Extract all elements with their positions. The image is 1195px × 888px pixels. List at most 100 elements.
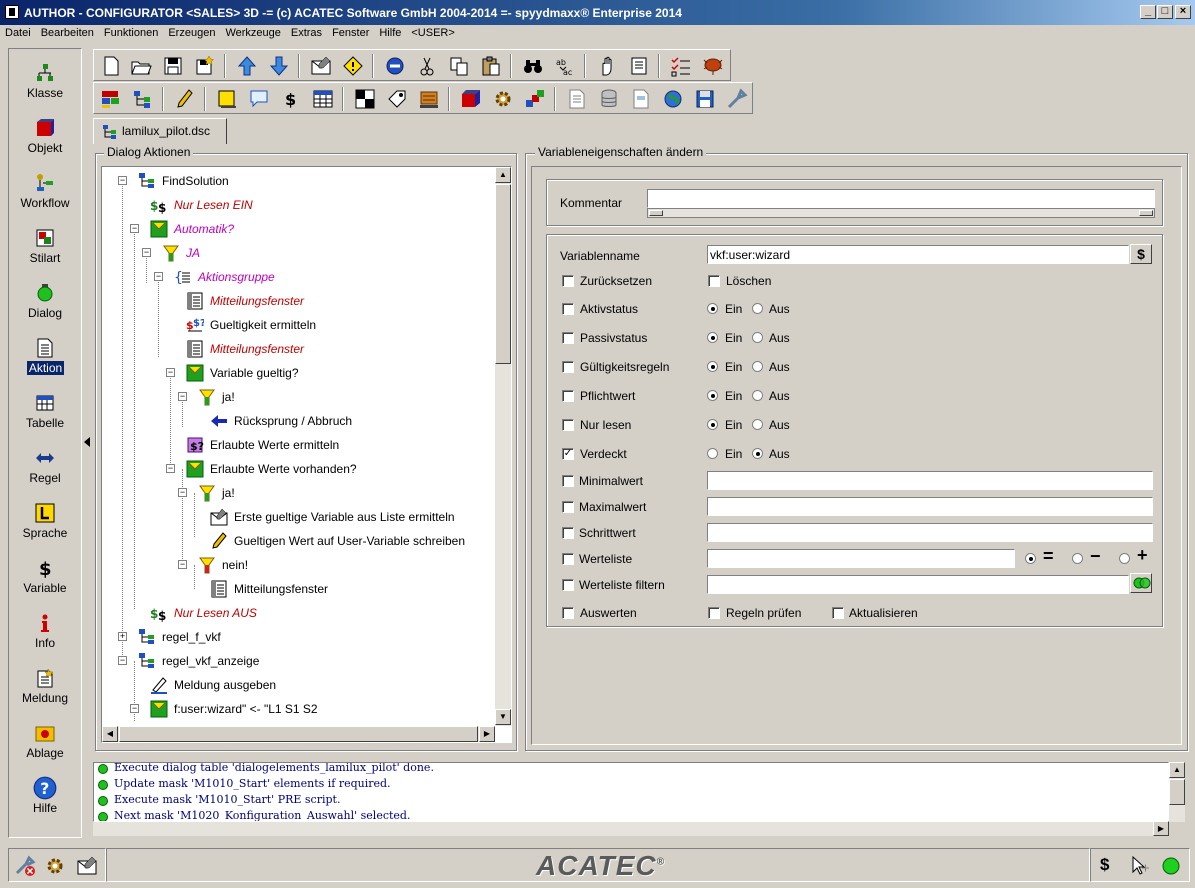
paste-icon[interactable] <box>480 55 502 77</box>
tree-node-ja-branch[interactable]: − ja! <box>178 386 508 408</box>
auswerten-checkbox[interactable] <box>562 607 574 619</box>
minimalwert-input[interactable] <box>707 471 1153 490</box>
scroll-up-button[interactable]: ▲ <box>1169 762 1185 778</box>
properties-icon[interactable] <box>628 55 650 77</box>
scroll-thumb[interactable] <box>495 184 511 364</box>
new-file-icon[interactable] <box>100 55 122 77</box>
gear-icon[interactable] <box>492 88 514 110</box>
reset-checkbox[interactable] <box>562 275 574 287</box>
tree-node-variable-gueltig[interactable]: − Variable gueltig? <box>166 362 506 384</box>
menu-fenster[interactable]: Fenster <box>327 26 374 39</box>
passivstatus-ein-radio[interactable] <box>707 332 718 343</box>
document-icon[interactable] <box>566 88 588 110</box>
regeln-pruefen-checkbox[interactable] <box>708 607 720 619</box>
database-icon[interactable] <box>598 88 620 110</box>
collapse-toggle[interactable]: − <box>166 464 175 473</box>
open-folder-icon[interactable] <box>130 55 152 77</box>
pflichtwert-checkbox[interactable] <box>562 390 574 402</box>
blocks-icon[interactable] <box>524 88 546 110</box>
tag-icon[interactable] <box>386 88 408 110</box>
arrow-up-icon[interactable] <box>236 55 258 77</box>
nur-lesen-checkbox[interactable] <box>562 419 574 431</box>
verdeckt-checkbox[interactable]: ✓ <box>562 448 574 460</box>
tree-node-user-wizard[interactable]: − f:user:wizard" <- "L1 S1 S2 <box>130 698 500 720</box>
sidebar-item-objekt[interactable]: Objekt <box>9 114 81 169</box>
close-button[interactable]: × <box>1175 5 1191 19</box>
cursor-icon[interactable] <box>1129 855 1151 877</box>
pflichtwert-aus-radio[interactable] <box>752 390 763 401</box>
status-dollar[interactable]: $ <box>1100 855 1109 875</box>
tree-node-ja-branch[interactable]: − ja! <box>178 482 508 504</box>
bug-icon[interactable] <box>702 55 724 77</box>
tools-error-icon[interactable] <box>14 855 36 877</box>
sidebar-item-tabelle[interactable]: Tabelle <box>9 389 81 444</box>
pen-icon[interactable] <box>174 88 196 110</box>
tree-icon[interactable] <box>132 88 154 110</box>
variable-picker-button[interactable]: $ <box>1130 244 1152 264</box>
minimalwert-checkbox[interactable] <box>562 475 574 487</box>
arrow-down-icon[interactable] <box>268 55 290 77</box>
find-replace-icon[interactable]: abac <box>554 55 576 77</box>
checklist-icon[interactable] <box>670 55 692 77</box>
log-output[interactable]: Execute dialog table 'dialogelements_lam… <box>93 762 1169 822</box>
checker-icon[interactable] <box>354 88 376 110</box>
stamp-icon[interactable] <box>418 88 440 110</box>
comment-input[interactable] <box>647 189 1155 208</box>
scroll-right-button[interactable] <box>1139 210 1153 216</box>
tree-node-nur-lesen-ein[interactable]: $ $ Nur Lesen EIN <box>150 194 500 216</box>
cube-icon[interactable] <box>460 88 482 110</box>
aktivstatus-ein-radio[interactable] <box>707 303 718 314</box>
speech-bubble-icon[interactable] <box>248 88 270 110</box>
aktualisieren-checkbox[interactable] <box>832 607 844 619</box>
copy-icon[interactable] <box>448 55 470 77</box>
tree-horizontal-scrollbar[interactable]: ◀ ▶ <box>102 726 495 742</box>
collapse-toggle[interactable]: − <box>118 176 127 185</box>
sidebar-item-regel[interactable]: Regel <box>9 444 81 499</box>
verdeckt-ein-radio[interactable] <box>707 448 718 459</box>
disk-icon[interactable] <box>694 88 716 110</box>
collapse-toggle[interactable]: − <box>130 224 139 233</box>
aktivstatus-checkbox[interactable] <box>562 303 574 315</box>
passivstatus-aus-radio[interactable] <box>752 332 763 343</box>
verdeckt-aus-radio[interactable] <box>752 448 763 459</box>
menu-user[interactable]: <USER> <box>406 26 459 39</box>
globe-icon[interactable] <box>662 88 684 110</box>
remove-icon[interactable] <box>384 55 406 77</box>
werteliste-checkbox[interactable] <box>562 553 574 565</box>
log-horizontal-scrollbar[interactable]: ▶ <box>93 821 1169 836</box>
gueltigkeitsregeln-ein-radio[interactable] <box>707 361 718 372</box>
comment-scrollbar[interactable] <box>647 208 1155 218</box>
warning-icon[interactable] <box>342 55 364 77</box>
save-all-icon[interactable] <box>194 55 216 77</box>
tree-node-gueltigen-wert-schreiben[interactable]: Gueltigen Wert auf User-Variable schreib… <box>210 530 506 552</box>
collapse-toggle[interactable]: − <box>118 656 127 665</box>
sidebar-item-meldung[interactable]: Meldung <box>9 664 81 719</box>
sidebar-item-dialog[interactable]: Dialog <box>9 279 81 334</box>
sidebar-item-sprache[interactable]: Sprache <box>9 499 81 554</box>
binoculars-icon[interactable] <box>522 55 544 77</box>
grid-table-icon[interactable] <box>312 88 334 110</box>
mail-edit-icon[interactable] <box>76 855 98 877</box>
settings-gear-icon[interactable] <box>44 855 66 877</box>
nur-lesen-ein-radio[interactable] <box>707 419 718 430</box>
sidebar-item-ablage[interactable]: Ablage <box>9 719 81 774</box>
delete-checkbox[interactable] <box>708 275 720 287</box>
collapse-toggle[interactable]: − <box>178 392 187 401</box>
cut-icon[interactable] <box>416 55 438 77</box>
collapse-sidebar-arrow-icon[interactable] <box>84 437 90 447</box>
scroll-left-button[interactable]: ◀ <box>102 726 118 742</box>
schrittwert-checkbox[interactable] <box>562 527 574 539</box>
tree-node-nein-branch[interactable]: − nein! <box>178 554 508 576</box>
rectangle-icon[interactable] <box>216 88 238 110</box>
tree-node-regel-f-vkf[interactable]: + regel_f_vkf <box>118 626 508 648</box>
collapse-toggle[interactable]: − <box>142 248 151 257</box>
scroll-up-button[interactable]: ▲ <box>495 167 511 183</box>
variable-name-input[interactable]: vkf:user:wizard <box>707 245 1129 264</box>
tab-lamilux-pilot[interactable]: lamilux_pilot.dsc <box>93 118 227 144</box>
gueltigkeitsregeln-checkbox[interactable] <box>562 361 574 373</box>
minimize-button[interactable]: _ <box>1140 5 1156 19</box>
werteliste-minus-radio[interactable] <box>1072 553 1083 564</box>
scroll-down-button[interactable]: ▼ <box>495 709 511 725</box>
tree-node-mitteilungsfenster[interactable]: Mitteilungsfenster <box>186 290 506 312</box>
maximalwert-checkbox[interactable] <box>562 501 574 513</box>
